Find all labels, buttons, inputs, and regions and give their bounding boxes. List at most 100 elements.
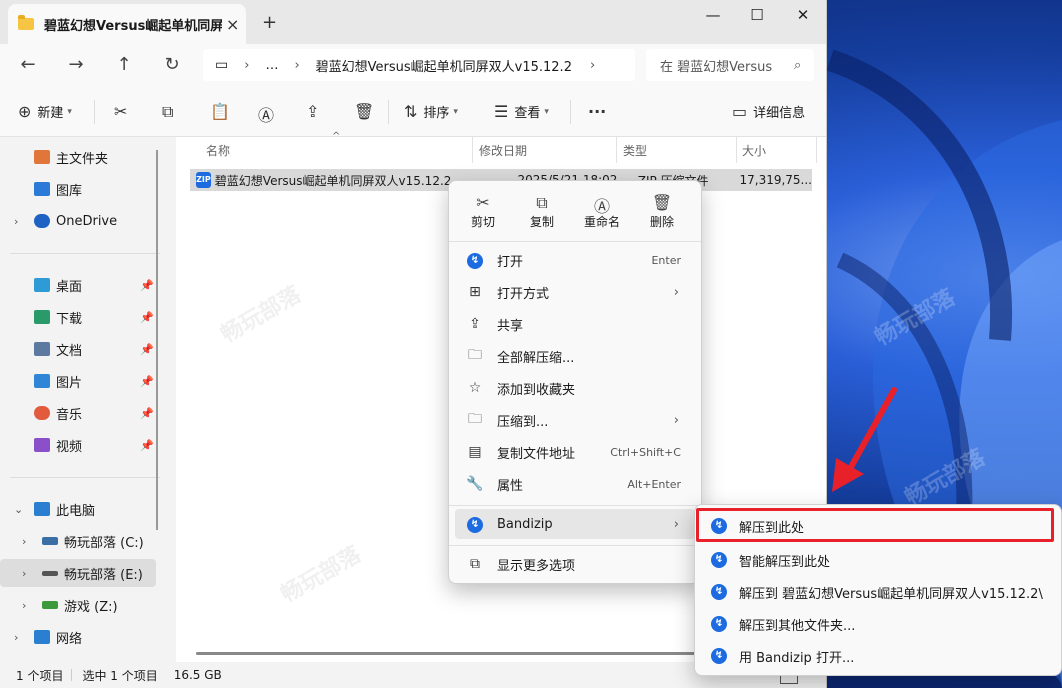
chevron-right-icon[interactable]: ›: [14, 631, 18, 644]
breadcrumb-ellipsis[interactable]: …: [265, 58, 278, 73]
chevron-right-icon[interactable]: ›: [22, 599, 26, 612]
chevron-right-icon[interactable]: ›: [590, 58, 595, 73]
column-divider[interactable]: [736, 137, 737, 163]
sort-button[interactable]: ⇅ 排序 ▾: [404, 102, 458, 121]
breadcrumb-current[interactable]: 碧蓝幻想Versus崛起单机同屏双人v15.12.2: [316, 56, 572, 75]
submenu-item-open-with-bandizip[interactable]: ↯ 用 Bandizip 打开...: [701, 641, 1055, 671]
tab-current-folder[interactable]: 碧蓝幻想Versus崛起单机同屏双 ×: [8, 4, 246, 44]
sidebar-item-drive-e[interactable]: › 畅玩部落 (E:): [0, 559, 156, 587]
menu-item-open[interactable]: ↯ 打开 Enter: [455, 245, 695, 275]
submenu-item-extract-other[interactable]: ↯ 解压到其他文件夹...: [701, 609, 1055, 639]
sidebar-item-label: 视频: [56, 439, 83, 455]
sidebar-scrollbar[interactable]: [156, 150, 158, 530]
sidebar-item-onedrive[interactable]: › OneDrive: [0, 207, 156, 235]
menu-divider: [449, 505, 701, 506]
delete-button[interactable]: 🗑 删除: [632, 193, 692, 230]
chevron-down-icon[interactable]: ⌄: [14, 503, 23, 516]
new-button[interactable]: ⊕ 新建 ▾: [18, 102, 72, 121]
submenu-item-label: 智能解压到此处: [739, 554, 831, 570]
sidebar-item-home[interactable]: 主文件夹: [0, 143, 156, 171]
column-header-name[interactable]: 名称: [206, 137, 230, 163]
address-field[interactable]: ▭ › … › 碧蓝幻想Versus崛起单机同屏双人v15.12.2 ›: [203, 49, 635, 81]
new-tab-button[interactable]: +: [262, 12, 277, 33]
delete-icon[interactable]: 🗑: [354, 102, 374, 121]
tab-title: 碧蓝幻想Versus崛起单机同屏双: [44, 18, 222, 34]
toolbar-divider: [570, 100, 571, 124]
cut-button[interactable]: ✂ 剪切: [453, 193, 513, 230]
compress-icon: 🗀: [468, 411, 482, 427]
forward-arrow-icon[interactable]: →: [62, 54, 90, 75]
horizontal-scrollbar[interactable]: [196, 652, 706, 655]
sidebar-item-gallery[interactable]: 图库: [0, 175, 156, 203]
share-icon[interactable]: ⇪: [306, 102, 319, 121]
plus-circle-icon: ⊕: [18, 102, 32, 121]
more-options-button[interactable]: ···: [588, 102, 606, 121]
sidebar-item-label: 游戏 (Z:): [64, 599, 118, 615]
copy-button[interactable]: ⧉ 复制: [512, 193, 572, 230]
menu-item-extract-all[interactable]: 🗀 全部解压缩...: [455, 341, 695, 371]
chevron-right-icon: ›: [294, 57, 300, 73]
close-tab-icon[interactable]: ×: [226, 15, 239, 34]
submenu-item-extract-to-folder[interactable]: ↯ 解压到 碧蓝幻想Versus崛起单机同屏双人v15.12.2\: [701, 577, 1055, 607]
sidebar-item-desktop[interactable]: 桌面 📌: [0, 271, 156, 299]
search-icon: ⌕: [794, 57, 802, 73]
menu-item-share[interactable]: ⇪ 共享: [455, 309, 695, 339]
pin-icon[interactable]: 📌: [140, 375, 154, 388]
menu-item-open-with[interactable]: ⊞ 打开方式 ›: [455, 277, 695, 307]
column-header-type[interactable]: 类型: [623, 137, 647, 163]
pin-icon[interactable]: 📌: [140, 343, 154, 356]
up-arrow-icon[interactable]: ↑: [110, 54, 138, 75]
pin-icon[interactable]: 📌: [140, 311, 154, 324]
sidebar-item-videos[interactable]: 视频 📌: [0, 431, 156, 459]
chevron-right-icon[interactable]: ›: [22, 567, 26, 580]
column-divider[interactable]: [472, 137, 473, 163]
refresh-icon[interactable]: ↻: [158, 54, 186, 75]
search-input[interactable]: 在 碧蓝幻想Versus ⌕: [646, 49, 814, 81]
sidebar-item-label: 桌面: [56, 279, 83, 295]
rename-button[interactable]: Ⓐ 重命名: [572, 193, 632, 230]
sidebar-item-network[interactable]: › 网络: [0, 623, 156, 651]
column-header-modified[interactable]: 修改日期: [479, 137, 527, 163]
pin-icon[interactable]: 📌: [140, 407, 154, 420]
minimize-button[interactable]: —: [698, 6, 728, 24]
submenu-item-smart-extract[interactable]: ↯ 智能解压到此处: [701, 545, 1055, 575]
document-icon: [34, 342, 50, 356]
menu-item-add-favorites[interactable]: ☆ 添加到收藏夹: [455, 373, 695, 403]
bandizip-icon: ↯: [467, 517, 483, 533]
rename-icon[interactable]: Ⓐ: [258, 102, 274, 126]
menu-item-bandizip[interactable]: ↯ Bandizip ›: [455, 509, 695, 539]
drive-icon: [42, 537, 58, 545]
music-icon: [34, 406, 50, 420]
sidebar-item-pictures[interactable]: 图片 📌: [0, 367, 156, 395]
details-pane-button[interactable]: ▭ 详细信息: [732, 102, 805, 121]
chevron-right-icon[interactable]: ›: [22, 535, 26, 548]
menu-item-compress-to[interactable]: 🗀 压缩到... ›: [455, 405, 695, 435]
column-header-size[interactable]: 大小: [742, 137, 766, 163]
column-divider[interactable]: [616, 137, 617, 163]
menu-item-copy-path[interactable]: ▤ 复制文件地址 Ctrl+Shift+C: [455, 437, 695, 467]
menu-item-more-options[interactable]: ⧉ 显示更多选项: [455, 549, 695, 579]
back-arrow-icon[interactable]: ←: [14, 54, 42, 75]
pin-icon[interactable]: 📌: [140, 279, 154, 292]
pin-icon[interactable]: 📌: [140, 439, 154, 452]
copy-icon[interactable]: ⧉: [162, 102, 173, 122]
cut-icon[interactable]: ✂: [114, 102, 127, 121]
menu-item-label: 全部解压缩...: [497, 350, 575, 366]
sidebar-item-this-pc[interactable]: ⌄ 此电脑: [0, 495, 156, 523]
sidebar-item-downloads[interactable]: 下载 📌: [0, 303, 156, 331]
sidebar-item-drive-z[interactable]: › 游戏 (Z:): [0, 591, 156, 619]
paste-icon[interactable]: 📋: [210, 102, 230, 121]
sidebar-item-label: 图片: [56, 375, 83, 391]
chevron-right-icon[interactable]: ›: [14, 215, 18, 228]
maximize-button[interactable]: ☐: [742, 6, 772, 24]
sidebar-item-documents[interactable]: 文档 📌: [0, 335, 156, 363]
column-divider[interactable]: [816, 137, 817, 163]
scissors-icon: ✂: [476, 193, 490, 212]
sidebar-item-drive-c[interactable]: › 畅玩部落 (C:): [0, 527, 156, 555]
extract-folder-icon: 🗀: [468, 347, 482, 363]
close-button[interactable]: ✕: [788, 6, 818, 24]
view-button[interactable]: ☰ 查看 ▾: [494, 102, 549, 121]
menu-item-properties[interactable]: 🔧 属性 Alt+Enter: [455, 469, 695, 499]
sidebar-item-music[interactable]: 音乐 📌: [0, 399, 156, 427]
sidebar-divider: [10, 477, 160, 478]
